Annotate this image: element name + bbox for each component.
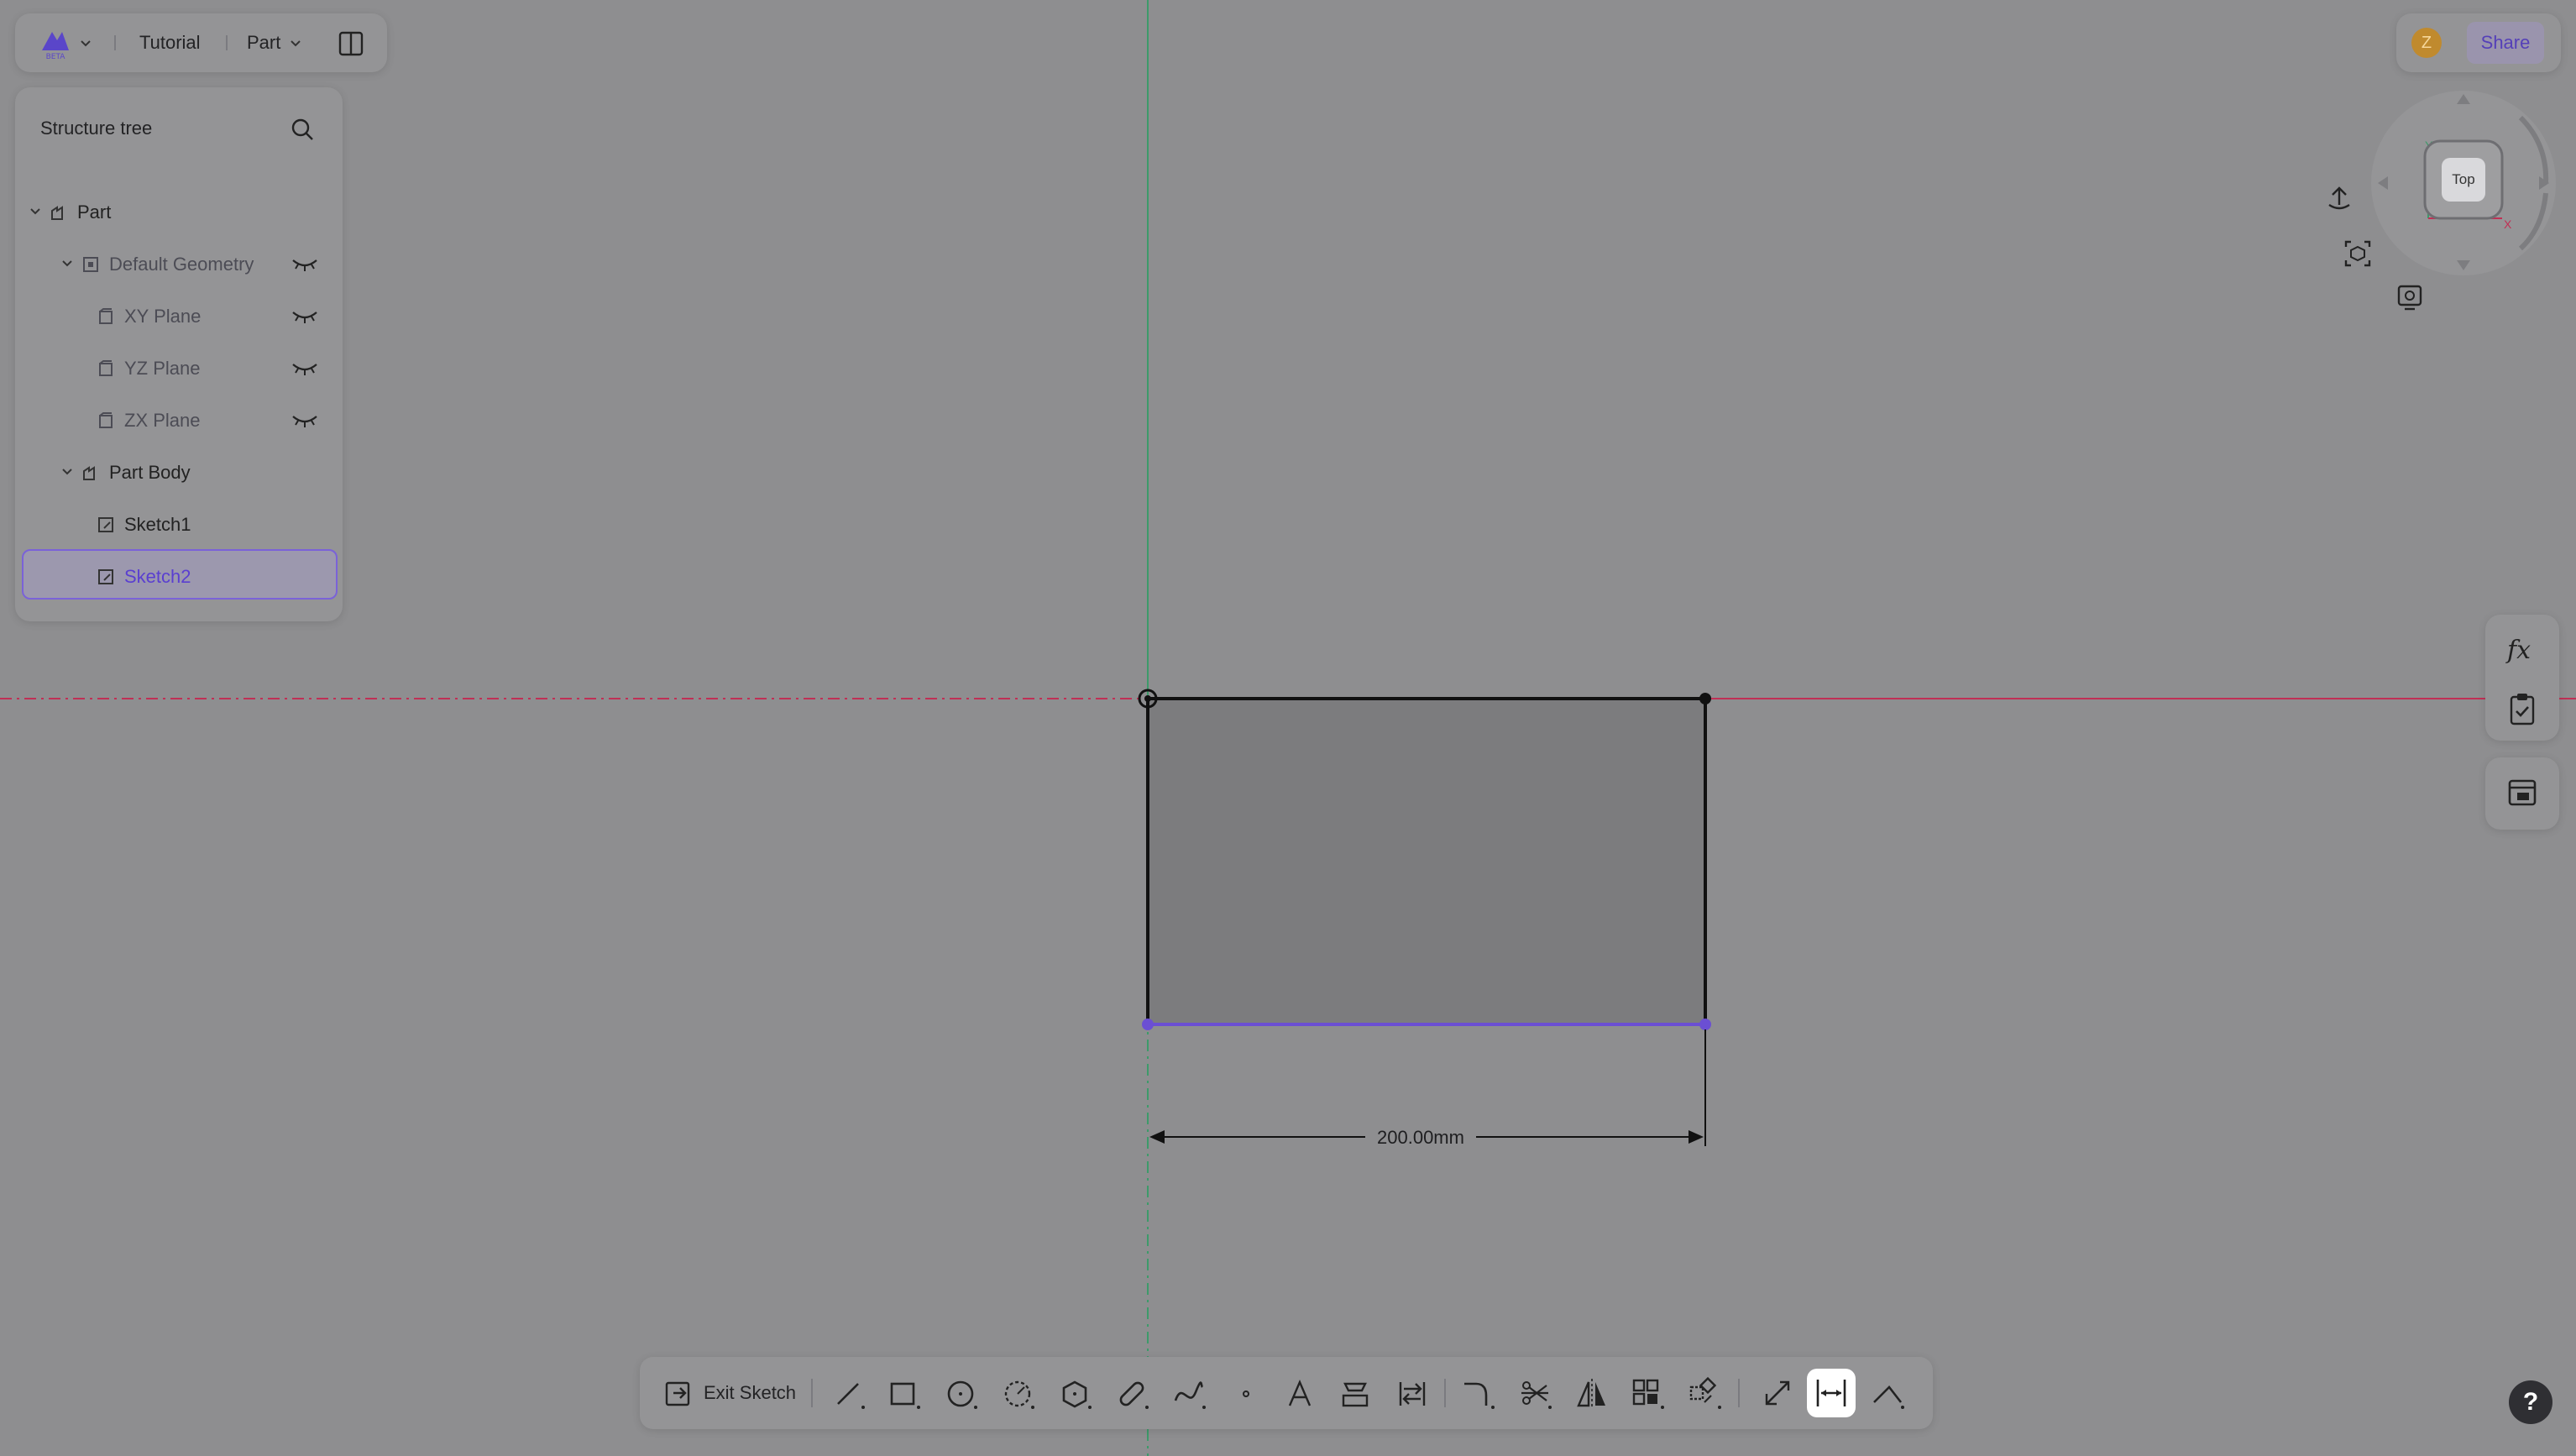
vertex-bottom-left[interactable] bbox=[1142, 1019, 1154, 1030]
exit-sketch-button[interactable]: Exit Sketch bbox=[662, 1372, 796, 1414]
panel-layout-icon[interactable] bbox=[338, 30, 364, 57]
offset-tool-icon[interactable] bbox=[1394, 1375, 1431, 1412]
projection-tool-icon[interactable] bbox=[1337, 1375, 1374, 1412]
tree-item-label: Part Body bbox=[109, 462, 191, 483]
tree-item-label: Part bbox=[77, 202, 112, 223]
dimension-arrow-right bbox=[1689, 1130, 1704, 1144]
topbar-divider bbox=[226, 35, 228, 50]
sketch-toolbar: Exit Sketch bbox=[640, 1357, 1933, 1429]
text-tool-icon[interactable] bbox=[1281, 1375, 1318, 1412]
polygon-tool-icon[interactable] bbox=[1058, 1375, 1095, 1412]
vertex-bottom-right[interactable] bbox=[1699, 1019, 1711, 1030]
sketch-viewport[interactable] bbox=[0, 0, 2576, 1456]
tree-item-zx-plane[interactable]: ZX Plane bbox=[15, 396, 343, 445]
dimension-tool-button[interactable] bbox=[1807, 1369, 1856, 1417]
tree-item-label: Sketch2 bbox=[124, 566, 191, 587]
chevron-down-icon[interactable] bbox=[29, 205, 42, 218]
project-name[interactable]: Tutorial bbox=[139, 32, 201, 54]
constraint-tool-icon[interactable] bbox=[1871, 1375, 1908, 1412]
body-icon bbox=[83, 466, 95, 480]
geometry-icon bbox=[83, 257, 98, 272]
mirror-tool-icon[interactable] bbox=[1573, 1375, 1610, 1412]
part-icon bbox=[51, 206, 63, 220]
top-right-bar: Z Share bbox=[2396, 13, 2561, 72]
cube-face-label: Top bbox=[2452, 171, 2474, 187]
sketch-rectangle-fill[interactable] bbox=[1148, 699, 1705, 1024]
tree-item-label: XY Plane bbox=[124, 306, 202, 327]
trim-tool-icon[interactable] bbox=[1518, 1375, 1555, 1412]
topbar-divider bbox=[114, 35, 116, 50]
exit-sketch-label: Exit Sketch bbox=[704, 1382, 797, 1403]
origin-point-center bbox=[1144, 695, 1151, 702]
share-button[interactable]: Share bbox=[2467, 22, 2544, 64]
tree-item-label: Sketch1 bbox=[124, 514, 191, 535]
clipboard-check-icon[interactable] bbox=[2505, 690, 2539, 727]
view-cube[interactable]: Y X Top bbox=[2369, 84, 2556, 285]
beta-badge: BETA bbox=[46, 53, 66, 61]
dimension-tool-icon bbox=[1816, 1380, 1846, 1406]
line-tool-icon[interactable] bbox=[831, 1375, 868, 1412]
help-button[interactable]: ? bbox=[2509, 1380, 2552, 1424]
plane-icon bbox=[99, 308, 113, 324]
tree-item-sketch1[interactable]: Sketch1 bbox=[15, 500, 343, 549]
tree-item-yz-plane[interactable]: YZ Plane bbox=[15, 344, 343, 393]
formula-fx-icon[interactable]: fx bbox=[2504, 633, 2541, 667]
structure-tree-panel: Structure tree Part Default Geometry XY … bbox=[15, 87, 343, 621]
side-tools-panel: fx bbox=[2485, 615, 2559, 741]
dimension-arrow-left bbox=[1149, 1130, 1165, 1144]
fit-view-icon[interactable] bbox=[2341, 237, 2374, 270]
tree-item-label: YZ Plane bbox=[124, 358, 201, 379]
tree-item-part-body[interactable]: Part Body bbox=[15, 448, 343, 497]
circle-tool-icon[interactable] bbox=[944, 1375, 981, 1412]
tree-item-sketch2[interactable]: Sketch2 bbox=[15, 553, 343, 601]
arc-tool-icon[interactable] bbox=[1001, 1375, 1038, 1412]
vertex-top-right[interactable] bbox=[1699, 693, 1711, 704]
chevron-down-icon[interactable] bbox=[60, 465, 74, 479]
chevron-down-icon[interactable] bbox=[289, 37, 302, 50]
toolbar-divider bbox=[1738, 1379, 1740, 1407]
side-tools-panel bbox=[2485, 757, 2559, 830]
eye-closed-icon[interactable] bbox=[291, 359, 319, 378]
svg-text:fx: fx bbox=[2505, 636, 2531, 665]
chevron-down-icon[interactable] bbox=[60, 257, 74, 270]
tree-item-xy-plane[interactable]: XY Plane bbox=[15, 292, 343, 341]
user-avatar[interactable]: Z bbox=[2411, 28, 2442, 58]
search-icon[interactable] bbox=[289, 116, 316, 143]
point-tool-icon[interactable] bbox=[1228, 1375, 1264, 1412]
table-view-icon[interactable] bbox=[2505, 776, 2539, 809]
toolbar-divider bbox=[1444, 1379, 1446, 1407]
app-logo-icon[interactable]: BETA bbox=[37, 25, 74, 62]
tree-item-label: Default Geometry bbox=[109, 254, 254, 275]
transform-tool-icon[interactable] bbox=[1688, 1375, 1725, 1412]
structure-tree-title: Structure tree bbox=[40, 118, 153, 139]
toolbar-divider bbox=[811, 1379, 813, 1407]
rectangle-tool-icon[interactable] bbox=[887, 1375, 924, 1412]
top-bar: BETA Tutorial Part bbox=[15, 13, 387, 72]
sketch-icon bbox=[98, 569, 113, 584]
fillet-tool-icon[interactable] bbox=[1461, 1375, 1498, 1412]
pattern-tool-icon[interactable] bbox=[1631, 1375, 1668, 1412]
eye-closed-icon[interactable] bbox=[291, 411, 319, 430]
doc-type-menu[interactable]: Part bbox=[247, 32, 280, 54]
tree-item-label: ZX Plane bbox=[124, 410, 201, 431]
chevron-down-icon[interactable] bbox=[79, 37, 92, 50]
eye-closed-icon[interactable] bbox=[291, 255, 319, 274]
plane-icon bbox=[99, 412, 113, 428]
eye-closed-icon[interactable] bbox=[291, 307, 319, 326]
tree-item-default-geometry[interactable]: Default Geometry bbox=[15, 240, 343, 289]
exit-sketch-icon bbox=[665, 1381, 690, 1406]
slot-tool-icon[interactable] bbox=[1115, 1375, 1152, 1412]
dimension-label[interactable]: 200.00mm bbox=[1365, 1125, 1476, 1150]
normal-view-icon[interactable] bbox=[2322, 183, 2356, 217]
sketch-icon bbox=[98, 517, 113, 532]
spline-tool-icon[interactable] bbox=[1172, 1375, 1209, 1412]
tree-item-part[interactable]: Part bbox=[15, 188, 343, 237]
convert-construction-tool-icon[interactable] bbox=[1760, 1375, 1797, 1412]
display-mode-icon[interactable] bbox=[2393, 280, 2427, 314]
axis-x-label: X bbox=[2504, 217, 2512, 231]
plane-icon bbox=[99, 360, 113, 376]
